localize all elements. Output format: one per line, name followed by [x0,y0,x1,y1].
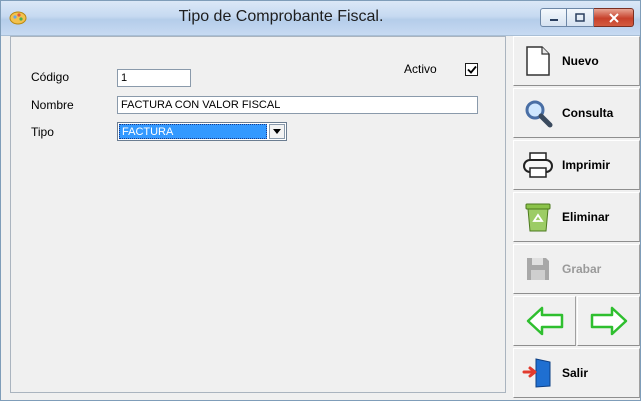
consulta-label: Consulta [562,106,614,120]
checkmark-icon [466,65,477,74]
nombre-field[interactable]: FACTURA CON VALOR FISCAL [117,96,478,114]
minimize-icon [549,18,558,21]
next-record-button[interactable] [577,296,640,346]
chevron-down-icon [273,129,281,134]
form-panel: Código 1 Activo Nombre FACTURA CON VALOR… [10,36,506,393]
imprimir-button[interactable]: Imprimir [513,140,640,190]
previous-record-button[interactable] [513,296,576,346]
action-sidebar: Nuevo Consulta Imprimir Eliminar Grabar … [508,36,640,398]
arrow-right-icon [590,306,627,336]
consulta-button[interactable]: Consulta [513,88,640,138]
grabar-button[interactable]: Grabar [513,244,640,294]
recycle-bin-icon [525,203,551,232]
minimize-button[interactable] [540,8,567,27]
floppy-disk-icon [527,258,549,280]
arrow-left-icon [526,306,563,336]
magnifier-icon [525,100,553,128]
tipo-selected-value: FACTURA [119,124,267,139]
nuevo-button[interactable]: Nuevo [513,36,640,86]
nombre-label: Nombre [31,98,74,112]
close-icon [608,12,619,23]
printer-icon [523,152,553,178]
salir-label: Salir [562,366,589,380]
salir-button[interactable]: Salir [513,348,640,398]
tipo-dropdown-button[interactable] [269,124,285,139]
grabar-label: Grabar [562,262,602,276]
codigo-label: Código [31,70,70,84]
close-button[interactable] [594,8,634,27]
eliminar-label: Eliminar [562,210,610,224]
imprimir-label: Imprimir [562,158,611,172]
tipo-select[interactable]: FACTURA [117,122,287,141]
eliminar-button[interactable]: Eliminar [513,192,640,242]
nuevo-label: Nuevo [562,54,599,68]
exit-door-icon [522,358,551,388]
codigo-field[interactable]: 1 [117,69,191,87]
tipo-label: Tipo [31,125,54,139]
window-title: Tipo de Comprobante Fiscal. [178,8,384,25]
activo-checkbox[interactable] [465,63,478,76]
title-bar[interactable]: Tipo de Comprobante Fiscal. [1,1,640,36]
new-document-icon [526,46,550,76]
window-controls [540,8,634,28]
main-window: Tipo de Comprobante Fiscal. Código 1 Act… [0,0,641,401]
maximize-icon [575,13,585,22]
maximize-button[interactable] [567,8,594,27]
activo-label: Activo [404,62,437,76]
